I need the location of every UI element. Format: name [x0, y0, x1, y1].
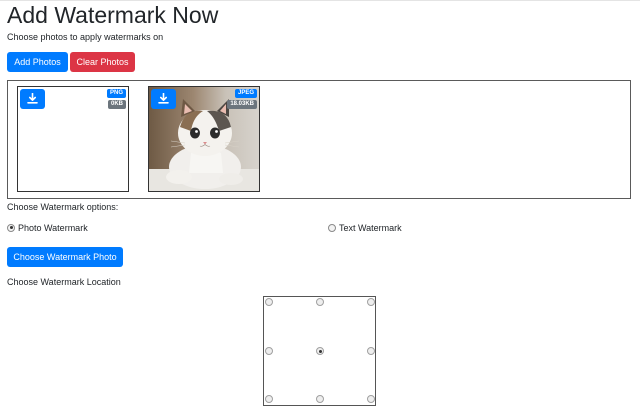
photo-list: PNG 0KB JPEG 18.03KB	[7, 80, 631, 199]
text-watermark-label: Text Watermark	[339, 223, 402, 233]
clear-photos-button[interactable]: Clear Photos	[70, 52, 135, 72]
download-icon	[27, 93, 38, 104]
page-title: Add Watermark Now	[7, 2, 219, 28]
photo-watermark-option[interactable]: Photo Watermark	[7, 222, 88, 234]
watermark-location-label: Choose Watermark Location	[7, 277, 121, 287]
location-middle-right-radio[interactable]	[367, 347, 375, 355]
photo-card[interactable]: JPEG 18.03KB	[148, 86, 260, 192]
location-top-left-radio[interactable]	[265, 298, 273, 306]
text-watermark-option[interactable]: Text Watermark	[328, 222, 402, 234]
watermark-options-label: Choose Watermark options:	[7, 202, 119, 212]
file-type-badge: JPEG	[234, 89, 257, 98]
text-watermark-radio[interactable]	[328, 223, 336, 232]
location-middle-center-radio[interactable]	[316, 347, 324, 355]
download-button[interactable]	[151, 89, 176, 109]
file-size-badge: 18.03KB	[227, 100, 257, 109]
photo-watermark-label: Photo Watermark	[18, 223, 88, 233]
location-middle-left-radio[interactable]	[265, 347, 273, 355]
download-icon	[158, 93, 169, 104]
file-size-badge: 0KB	[107, 100, 126, 109]
location-bottom-center-radio[interactable]	[316, 395, 324, 403]
location-top-center-radio[interactable]	[316, 298, 324, 306]
location-bottom-left-radio[interactable]	[265, 395, 273, 403]
file-type-badge: PNG	[106, 89, 126, 98]
photo-watermark-radio[interactable]	[7, 223, 15, 232]
choose-watermark-photo-button[interactable]: Choose Watermark Photo	[7, 247, 123, 267]
add-photos-button[interactable]: Add Photos	[7, 52, 68, 72]
download-button[interactable]	[20, 89, 45, 109]
location-grid	[263, 296, 376, 406]
page-subtitle: Choose photos to apply watermarks on	[7, 32, 164, 42]
photo-card[interactable]: PNG 0KB	[17, 86, 129, 192]
location-bottom-right-radio[interactable]	[367, 395, 375, 403]
location-top-right-radio[interactable]	[367, 298, 375, 306]
